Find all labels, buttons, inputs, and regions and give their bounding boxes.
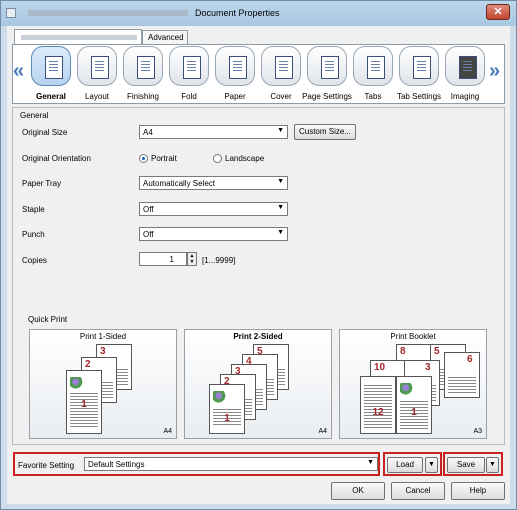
- landscape-label: Landscape: [225, 154, 265, 163]
- redacted-printer-name: [28, 10, 188, 16]
- save-button[interactable]: Save: [447, 457, 485, 473]
- quick-print-label: Print 2-Sided: [233, 332, 283, 341]
- punch-select[interactable]: Off ▼: [139, 227, 288, 241]
- tab-main[interactable]: [14, 29, 142, 45]
- scroll-right-icon[interactable]: »: [489, 60, 500, 83]
- original-size-select[interactable]: A4 ▼: [139, 125, 288, 139]
- page-thumb: 1: [66, 370, 102, 434]
- paper-tray-select[interactable]: Automatically Select ▼: [139, 176, 288, 190]
- paper-size-label: A3: [473, 428, 482, 435]
- quick-print-1-sided[interactable]: Print 1-Sided 3 2 1 A4: [29, 329, 177, 439]
- page-settings-icon: [307, 46, 347, 86]
- chevron-down-icon: ▼: [277, 229, 284, 236]
- scroll-left-icon[interactable]: «: [13, 60, 24, 83]
- ok-button[interactable]: OK: [331, 482, 385, 500]
- punch-value: Off: [143, 230, 154, 239]
- fold-icon: [169, 46, 209, 86]
- portrait-radio[interactable]: [139, 154, 148, 163]
- group-title: General: [20, 111, 49, 120]
- landscape-radio[interactable]: [213, 154, 222, 163]
- staple-label: Staple: [22, 205, 45, 214]
- imaging-icon: [445, 46, 485, 86]
- layout-icon: [77, 46, 117, 86]
- paper-tray-label: Paper Tray: [22, 179, 62, 188]
- printer-icon: [6, 8, 16, 18]
- quick-print-label: Print Booklet: [390, 332, 436, 341]
- original-size-label: Original Size: [22, 128, 68, 137]
- copies-label: Copies: [22, 256, 47, 265]
- copies-spinner[interactable]: ▲ ▼: [187, 252, 197, 266]
- page-thumb: 1: [209, 384, 245, 434]
- chevron-down-icon: ▼: [277, 178, 284, 185]
- original-size-value: A4: [143, 128, 153, 137]
- finishing-icon: [123, 46, 163, 86]
- copies-input[interactable]: 1: [139, 252, 187, 266]
- category-imaging[interactable]: Imaging: [443, 44, 487, 104]
- orientation-label: Original Orientation: [22, 154, 91, 163]
- portrait-label: Portrait: [151, 154, 177, 163]
- paper-size-label: A4: [318, 428, 327, 435]
- quick-print-2-sided[interactable]: Print 2-Sided 5 4 3 2 1 A4: [184, 329, 332, 439]
- save-dropdown-icon[interactable]: ▼: [486, 457, 499, 473]
- chevron-down-icon: ▼: [277, 127, 284, 134]
- favorite-setting-value: Default Settings: [88, 460, 145, 469]
- cover-icon: [261, 46, 301, 86]
- paper-tray-value: Automatically Select: [143, 179, 216, 188]
- quick-print-booklet[interactable]: Print Booklet 8 5 6 10 3 12 1 A3: [339, 329, 487, 439]
- copies-range: [1...9999]: [202, 256, 236, 265]
- favorite-setting-label: Favorite Setting: [18, 461, 75, 470]
- page-thumb: 6: [444, 352, 480, 398]
- page-thumb: 1: [396, 376, 432, 434]
- staple-select[interactable]: Off ▼: [139, 202, 288, 216]
- chevron-down-icon: ▼: [367, 459, 374, 466]
- help-button[interactable]: Help: [451, 482, 505, 500]
- load-dropdown-icon[interactable]: ▼: [425, 457, 438, 473]
- tab-advanced[interactable]: Advanced: [142, 30, 188, 44]
- category-label: Imaging: [450, 92, 480, 101]
- custom-size-button[interactable]: Custom Size...: [294, 124, 356, 140]
- tabs-icon: [353, 46, 393, 86]
- general-icon: [31, 46, 71, 86]
- punch-label: Punch: [22, 230, 45, 239]
- close-button[interactable]: ✕: [486, 4, 510, 20]
- quick-print-title: Quick Print: [28, 315, 68, 324]
- load-button[interactable]: Load: [387, 457, 423, 473]
- staple-value: Off: [143, 205, 154, 214]
- redacted-tab-label: [21, 35, 137, 40]
- quick-print-label: Print 1-Sided: [79, 332, 127, 341]
- cancel-button[interactable]: Cancel: [391, 482, 445, 500]
- tab-settings-icon: [399, 46, 439, 86]
- paper-size-label: A4: [163, 428, 172, 435]
- favorite-setting-select[interactable]: Default Settings ▼: [84, 457, 378, 471]
- page-thumb: 12: [360, 376, 396, 434]
- chevron-down-icon: ▼: [277, 204, 284, 211]
- window-title: Document Properties: [195, 8, 280, 18]
- paper-icon: [215, 46, 255, 86]
